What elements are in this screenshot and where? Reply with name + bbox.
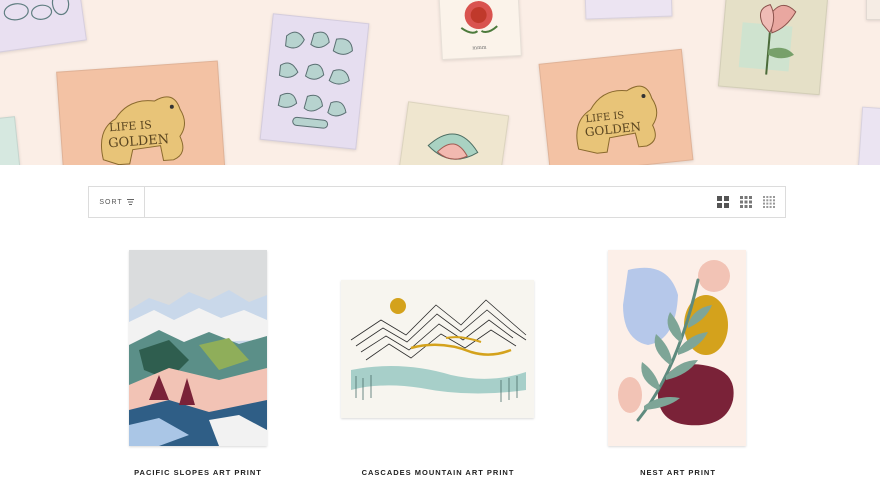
partial-print-card [857,106,880,165]
product-card[interactable]: PACIFIC SLOPES ART PRINT [88,0,308,480]
product-title[interactable]: CASCADES MOUNTAIN ART PRINT [328,468,548,477]
product-image[interactable] [341,280,534,418]
product-card[interactable]: NEST ART PRINT [568,0,788,480]
product-title[interactable]: PACIFIC SLOPES ART PRINT [88,468,308,477]
product-card[interactable]: CASCADES MOUNTAIN ART PRINT [328,0,548,480]
partial-print-card [866,0,880,20]
shells-print-card [0,0,87,54]
product-image[interactable] [608,250,746,446]
product-image[interactable] [129,250,267,446]
partial-print-card [0,116,21,165]
product-title[interactable]: NEST ART PRINT [568,468,788,477]
